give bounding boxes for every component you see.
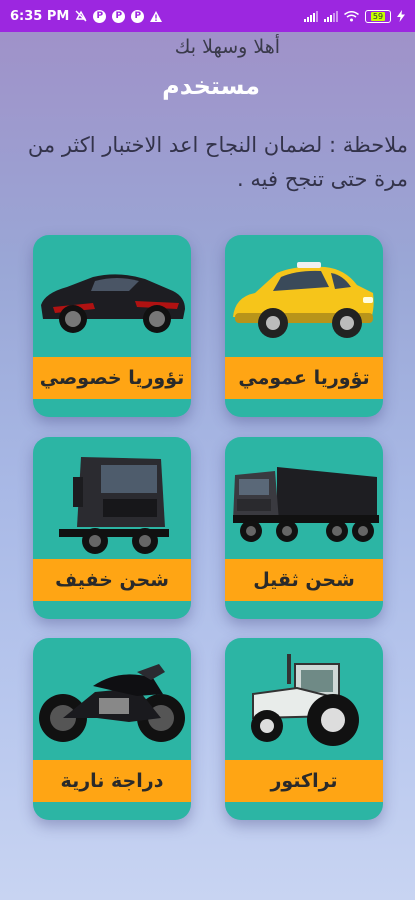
category-card-tractor[interactable]: تراكتور xyxy=(225,638,383,820)
truck-cab-icon xyxy=(33,437,191,559)
category-label: تراكتور xyxy=(225,760,383,802)
greeting-text: أهلا وسهلا بك xyxy=(174,36,280,58)
taxi-icon xyxy=(225,235,383,357)
status-time: 6:35 PM xyxy=(10,8,70,24)
mute-icon xyxy=(75,10,87,22)
category-card-light-truck[interactable]: شحن خفيف xyxy=(33,437,191,619)
wifi-icon xyxy=(344,10,359,22)
category-label: شحن ثقيل xyxy=(225,559,383,601)
tractor-icon xyxy=(225,638,383,760)
p-icon: P xyxy=(131,9,145,23)
note-text: ملاحظة : لضمان النجاح اعد الاختبار اكثر … xyxy=(27,133,408,191)
status-bar: 6:35 PM P P P 59 xyxy=(0,0,415,32)
charging-icon xyxy=(397,10,405,22)
signal-icon xyxy=(304,10,318,22)
p-icon: P xyxy=(112,9,126,23)
category-label: شحن خفيف xyxy=(33,559,191,601)
category-card-taxi[interactable]: تؤوريا عمومي xyxy=(225,235,383,417)
category-label: تؤوريا عمومي xyxy=(225,357,383,399)
p-icon: P xyxy=(93,9,107,23)
category-card-heavy-truck[interactable]: شحن ثقيل xyxy=(225,437,383,619)
category-label: دراجة نارية xyxy=(33,760,191,802)
category-card-motorcycle[interactable]: دراجة نارية xyxy=(33,638,191,820)
category-card-private-car[interactable]: تؤوريا خصوصي xyxy=(33,235,191,417)
dump-truck-icon xyxy=(225,437,383,559)
signal-icon xyxy=(324,10,338,22)
motorcycle-icon xyxy=(33,638,191,760)
category-label: تؤوريا خصوصي xyxy=(33,357,191,399)
warning-icon xyxy=(150,10,163,22)
username-text: مستخدم xyxy=(162,72,260,100)
battery-icon: 59 xyxy=(365,9,391,23)
sports-car-icon xyxy=(33,235,191,357)
